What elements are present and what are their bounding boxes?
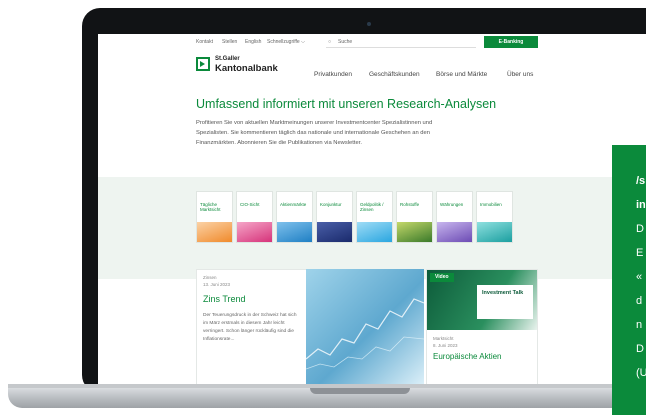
camera-dot xyxy=(367,22,371,26)
tile-cio-sicht[interactable]: CIO-Sicht xyxy=(236,191,273,243)
video-badge: Video xyxy=(430,273,454,282)
overlay-line: n xyxy=(636,319,643,331)
tile-label: Währungen xyxy=(440,202,464,207)
search-icon: ○ xyxy=(328,39,332,45)
overlay-line: (U xyxy=(636,367,646,379)
tile-rohstoffe[interactable]: Rohstoffe xyxy=(396,191,433,243)
video-thumbnail[interactable]: Video Investment Talk xyxy=(427,270,537,330)
tile-label: CIO-Sicht xyxy=(240,202,260,207)
overlay-line: D xyxy=(636,223,644,235)
tile-image xyxy=(197,222,232,242)
laptop-notch xyxy=(310,388,410,394)
tile-aktienmaerkte[interactable]: Aktienmärkte xyxy=(276,191,313,243)
search-placeholder: Suche xyxy=(338,39,353,45)
search-input[interactable]: ○ Suche xyxy=(326,37,476,48)
tile-immobilien[interactable]: Immobilien xyxy=(476,191,513,243)
overlay-line: D xyxy=(636,343,644,355)
overlay-line: « xyxy=(636,271,643,283)
article-card-zins-trend[interactable]: Zinsen 13. Juni 2023 Zins Trend Der Teue… xyxy=(196,269,308,384)
chart-photo xyxy=(306,269,424,384)
tile-image xyxy=(437,222,472,242)
tile-image xyxy=(317,222,352,242)
sgkb-logo[interactable]: St.Galler Kantonalbank xyxy=(196,55,286,77)
tile-label: Rohstoffe xyxy=(400,202,420,207)
logo-line2: Kantonalbank xyxy=(215,63,278,74)
topbar-link-english[interactable]: English xyxy=(245,39,261,45)
tile-taegliche-marktsicht[interactable]: Tägliche Marktsicht xyxy=(196,191,233,243)
logo-line1: St.Galler xyxy=(215,56,240,62)
tile-waehrungen[interactable]: Währungen xyxy=(436,191,473,243)
overlay-line: E xyxy=(636,247,644,259)
nav-privatkunden[interactable]: Privatkunden xyxy=(314,71,352,78)
card-date: 13. Juni 2023 xyxy=(203,282,231,287)
topbar-link-quicklinks[interactable]: Schnellzugriffe ⌵ xyxy=(267,39,305,45)
page-title: Umfassend informiert mit unseren Researc… xyxy=(196,97,497,111)
tile-image xyxy=(477,222,512,242)
video-card-europaeische-aktien[interactable]: Video Investment Talk Marktsicht 8. Juni… xyxy=(426,269,538,384)
tile-label: Tägliche Marktsicht xyxy=(200,202,221,212)
tile-image xyxy=(397,222,432,242)
talk-title: Investment Talk xyxy=(482,290,524,296)
topbar-link-kontakt[interactable]: Kontakt xyxy=(196,39,213,45)
tile-label: Geldpolitik / Zinsen xyxy=(360,202,384,212)
tile-label: Konjunktur xyxy=(320,202,342,207)
overlay-line: /s xyxy=(636,175,646,187)
intro-text: Profitieren Sie von aktuellen Marktmeinu… xyxy=(196,120,433,146)
website-screen: Kontakt Stellen English Schnellzugriffe … xyxy=(98,34,646,384)
ebanking-button[interactable]: E-Banking xyxy=(484,36,538,48)
chart-line-graphic xyxy=(306,298,424,370)
utility-bar: Kontakt Stellen English Schnellzugriffe … xyxy=(98,34,646,50)
tile-geldpolitik-zinsen[interactable]: Geldpolitik / Zinsen xyxy=(356,191,393,243)
investment-talk-label: Investment Talk xyxy=(477,285,533,319)
tile-image xyxy=(277,222,312,242)
logo-mark-icon xyxy=(196,57,210,71)
tile-label: Aktienmärkte xyxy=(280,202,307,207)
card-title: Europäische Aktien xyxy=(433,352,502,361)
tile-konjunktur[interactable]: Konjunktur xyxy=(316,191,353,243)
card-title: Zins Trend xyxy=(203,294,246,304)
topbar-link-stellen[interactable]: Stellen xyxy=(222,39,237,45)
nav-ueber-uns[interactable]: Über uns xyxy=(507,71,533,78)
overlay-line: in xyxy=(636,199,646,211)
card-date: 8. Juni 2023 xyxy=(433,343,458,348)
nav-geschaeftskunden[interactable]: Geschäftskunden xyxy=(369,71,420,78)
overlay-line: d xyxy=(636,295,643,307)
card-teaser: Der Teuerungsdruck in der Schweiz hat si… xyxy=(203,313,297,342)
nav-boerse-maerkte[interactable]: Börse und Märkte xyxy=(436,71,487,78)
tile-image xyxy=(357,222,392,242)
tile-image xyxy=(237,222,272,242)
overlay-callout: /s in D E « d n D (U xyxy=(612,145,646,415)
tile-label: Immobilien xyxy=(480,202,502,207)
card-category: Zinsen xyxy=(203,275,217,280)
card-category: Marktsicht xyxy=(433,336,454,341)
